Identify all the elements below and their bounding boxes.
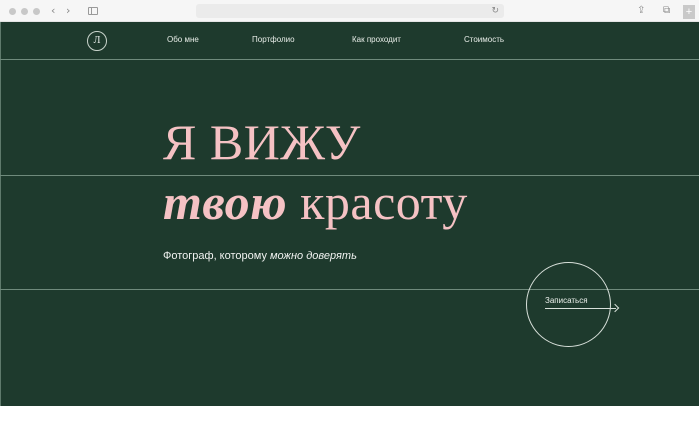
minimize-window-dot[interactable] bbox=[21, 8, 28, 15]
hero-subtitle-emphasis: можно доверять bbox=[270, 250, 357, 262]
nav-link-pricing[interactable]: Стоимость bbox=[464, 35, 504, 45]
maximize-window-dot[interactable] bbox=[33, 8, 40, 15]
hero-heading-rest: красоту bbox=[287, 174, 468, 230]
forward-icon[interactable]: › bbox=[66, 4, 70, 18]
hero-heading-line1: Я ВИЖУ bbox=[163, 114, 361, 170]
address-bar[interactable]: ↻ bbox=[196, 4, 504, 18]
hero-subtitle: Фотограф, которому можно доверять bbox=[163, 249, 357, 263]
hero-heading-accent: твою bbox=[163, 174, 288, 230]
back-icon[interactable]: ‹ bbox=[51, 4, 55, 18]
tabs-overview-icon[interactable]: ⧉ bbox=[663, 4, 670, 18]
new-tab-button[interactable]: + bbox=[683, 5, 695, 19]
hero-heading-line2: твою красоту bbox=[163, 174, 468, 230]
arrow-right-icon[interactable] bbox=[545, 308, 616, 309]
page-border bbox=[0, 22, 1, 406]
hero-subtitle-plain: Фотограф, которому bbox=[163, 250, 271, 262]
browser-toolbar: ‹ › ↻ ⇪ ⧉ + bbox=[0, 0, 699, 22]
reload-icon[interactable]: ↻ bbox=[491, 4, 499, 18]
nav-link-portfolio[interactable]: Портфолио bbox=[252, 35, 295, 45]
share-icon[interactable]: ⇪ bbox=[637, 4, 645, 18]
sidebar-toggle-icon[interactable] bbox=[88, 7, 98, 15]
arrow-head-icon bbox=[610, 303, 620, 313]
nav-link-about[interactable]: Обо мне bbox=[167, 35, 199, 45]
signup-button-label[interactable]: Записаться bbox=[545, 296, 588, 306]
nav-link-how-it-works[interactable]: Как проходит bbox=[352, 35, 401, 45]
close-window-dot[interactable] bbox=[9, 8, 16, 15]
header-divider bbox=[0, 59, 699, 60]
site-logo[interactable]: Л bbox=[87, 31, 107, 51]
landing-page: Л Обо мне Портфолио Как проходит Стоимос… bbox=[0, 22, 699, 406]
